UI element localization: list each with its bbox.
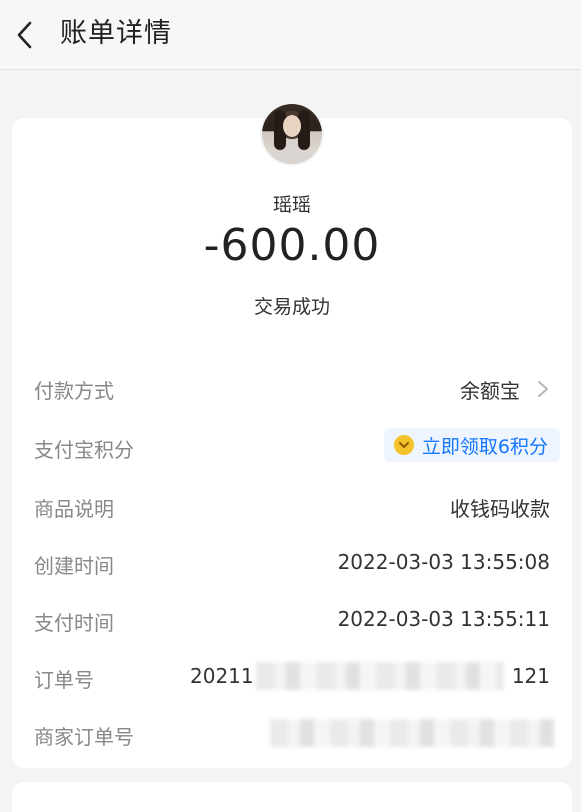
order-number-prefix: 20211 bbox=[190, 664, 254, 688]
product-description-value: 收钱码收款 bbox=[450, 497, 550, 521]
alipay-points-row: 支付宝积分 立即领取6积分 bbox=[12, 426, 572, 466]
order-number-label: 订单号 bbox=[34, 668, 94, 692]
payee-avatar[interactable] bbox=[262, 104, 322, 164]
merchant-order-number-redaction bbox=[270, 719, 554, 747]
claim-points-button[interactable]: 立即领取6积分 bbox=[383, 428, 560, 462]
claim-points-text: 立即领取6积分 bbox=[421, 435, 548, 458]
payment-time-value: 2022-03-03 13:55:11 bbox=[337, 607, 550, 631]
created-time-label: 创建时间 bbox=[34, 554, 114, 578]
created-time-row: 创建时间 2022-03-03 13:55:08 bbox=[12, 542, 572, 582]
payment-time-label: 支付时间 bbox=[34, 611, 114, 635]
top-navigation-bar: 账单详情 bbox=[0, 0, 581, 70]
transaction-status: 交易成功 bbox=[253, 296, 330, 318]
merchant-order-number-row: 商家订单号 bbox=[12, 713, 572, 753]
bill-detail-card: 瑶瑶 -600.00 交易成功 付款方式 余额宝 支付宝积分 立即领取6积分 商… bbox=[12, 104, 572, 768]
payment-method-label: 付款方式 bbox=[34, 379, 114, 403]
next-section-card bbox=[12, 782, 572, 812]
order-number-suffix: 121 bbox=[511, 664, 550, 688]
chevron-right-icon bbox=[538, 381, 548, 397]
product-description-row: 商品说明 收钱码收款 bbox=[12, 485, 572, 525]
points-coin-icon bbox=[393, 435, 414, 455]
page-title: 账单详情 bbox=[60, 18, 172, 49]
order-number-row: 订单号 20211 121 bbox=[12, 656, 572, 696]
back-arrow-icon[interactable] bbox=[14, 20, 36, 50]
order-number-redaction bbox=[256, 662, 504, 690]
created-time-value: 2022-03-03 13:55:08 bbox=[337, 550, 550, 574]
product-description-label: 商品说明 bbox=[34, 497, 114, 521]
transaction-amount: -600.00 bbox=[203, 220, 381, 271]
payment-method-row[interactable]: 付款方式 余额宝 bbox=[12, 367, 572, 407]
payment-time-row: 支付时间 2022-03-03 13:55:11 bbox=[12, 599, 572, 639]
alipay-points-label: 支付宝积分 bbox=[34, 438, 134, 462]
payee-name: 瑶瑶 bbox=[272, 194, 311, 216]
payment-method-value: 余额宝 bbox=[460, 379, 520, 403]
merchant-order-number-label: 商家订单号 bbox=[34, 725, 134, 749]
